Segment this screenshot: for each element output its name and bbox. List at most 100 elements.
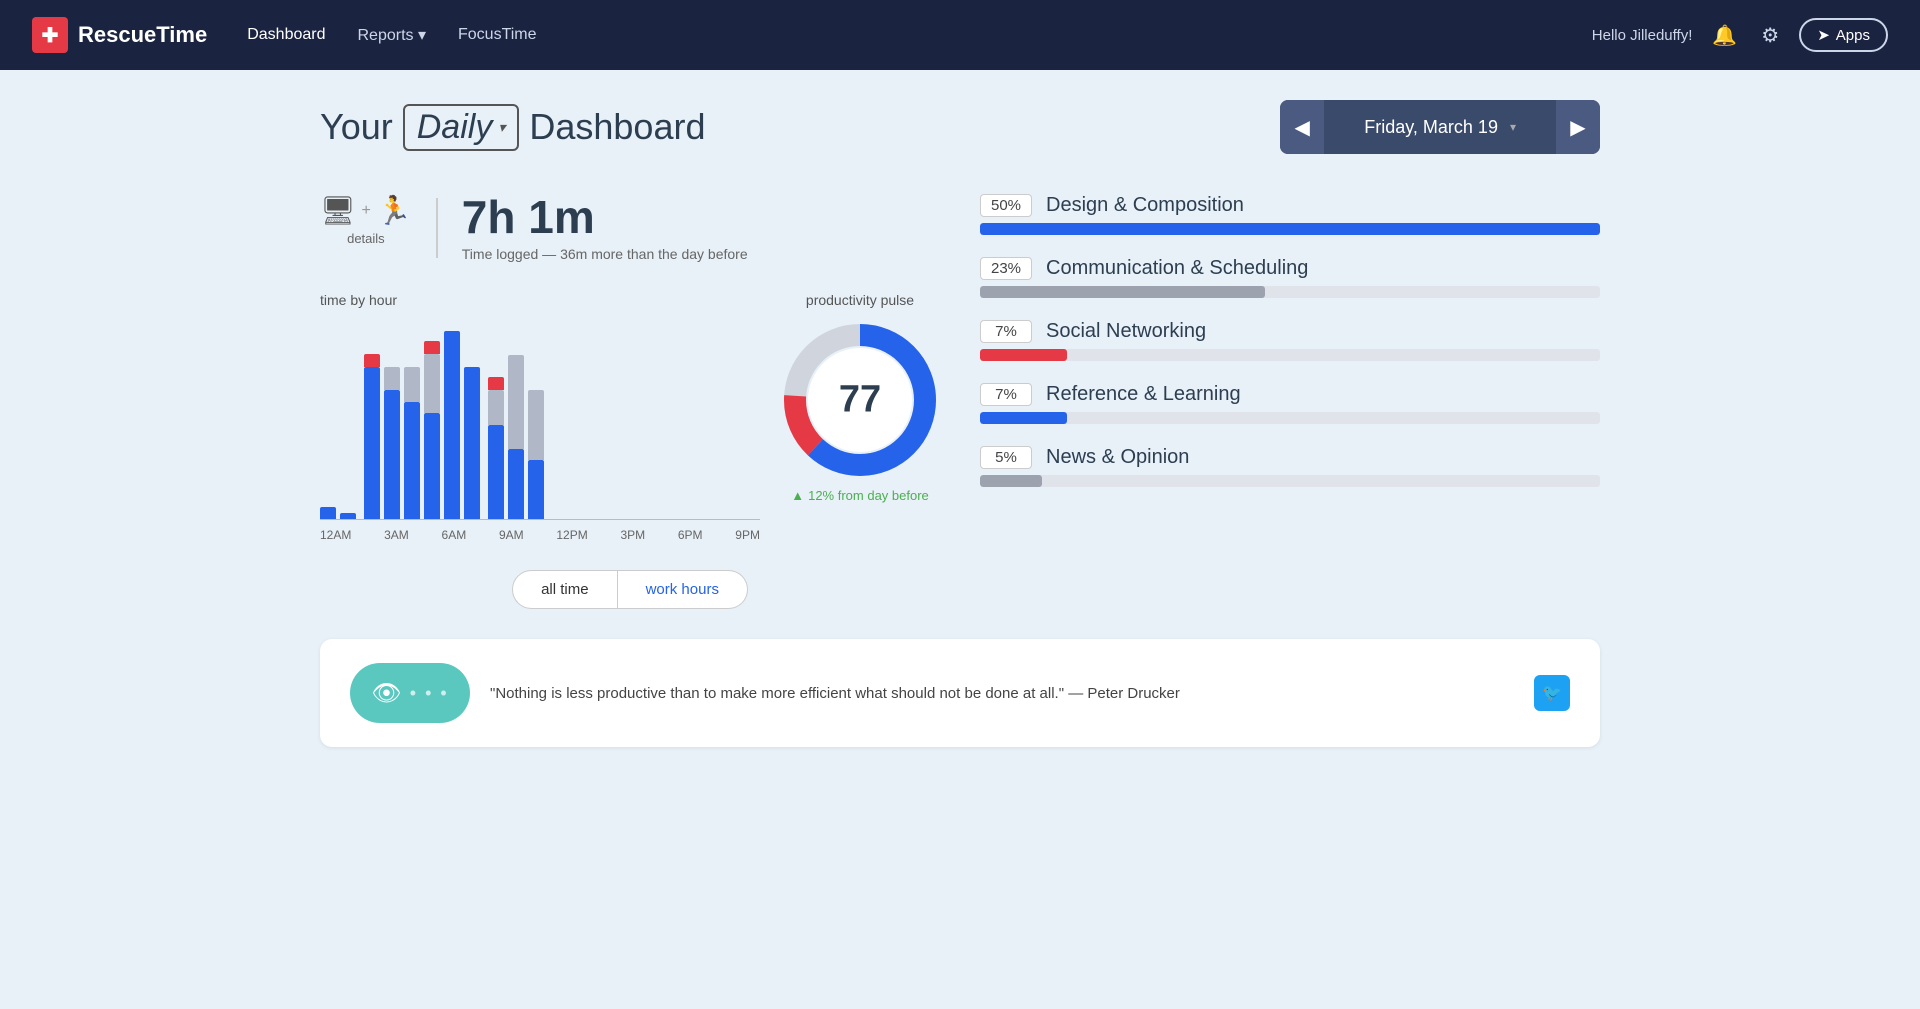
- period-caret-icon: ▾: [498, 119, 505, 136]
- nav-reports[interactable]: Reports ▾: [358, 17, 427, 53]
- bar-time-label: 6AM: [442, 528, 467, 542]
- time-info: 7h 1m Time logged — 36m more than the da…: [462, 194, 748, 262]
- category-percent: 7%: [980, 320, 1032, 343]
- category-item: 7%Social Networking: [980, 320, 1600, 361]
- bar-chart-title: time by hour: [320, 292, 760, 308]
- bar-group: [340, 513, 356, 519]
- category-name: Reference & Learning: [1046, 383, 1241, 406]
- bar-group: [528, 390, 544, 519]
- nav-dashboard[interactable]: Dashboard: [247, 18, 325, 52]
- dashboard-header: Your Daily ▾ Dashboard ◀ Friday, March 1…: [320, 100, 1600, 154]
- category-header: 5% News & Opinion: [980, 446, 1600, 469]
- bar-group: [464, 367, 480, 519]
- time-subtext: Time logged — 36m more than the day befo…: [462, 246, 748, 262]
- navbar: ✚ RescueTime Dashboard Reports ▾ FocusTi…: [0, 0, 1920, 70]
- category-bar-track: [980, 412, 1600, 424]
- category-header: 50% Design & Composition: [980, 194, 1600, 217]
- eye-icon: 👁: [371, 679, 401, 708]
- main-content: Your Daily ▾ Dashboard ◀ Friday, March 1…: [260, 70, 1660, 777]
- category-name: News & Opinion: [1046, 446, 1189, 469]
- category-name: Communication & Scheduling: [1046, 257, 1308, 280]
- category-item: 50% Design & Composition: [980, 194, 1600, 235]
- category-bar-fill: [980, 349, 1067, 361]
- bar-time-label: 9PM: [735, 528, 760, 542]
- category-header: 23% Communication & Scheduling: [980, 257, 1600, 280]
- category-item: 23% Communication & Scheduling: [980, 257, 1600, 298]
- quote-eye-button[interactable]: 👁 • • •: [350, 663, 470, 723]
- notification-bell-icon[interactable]: 🔔: [1708, 19, 1741, 52]
- runner-icon: 🏃: [377, 194, 412, 227]
- work-hours-button[interactable]: work hours: [618, 570, 748, 609]
- brand-logo[interactable]: ✚ RescueTime: [32, 17, 207, 53]
- bar-time-label: 3AM: [384, 528, 409, 542]
- nav-focustime[interactable]: FocusTime: [458, 18, 537, 52]
- time-labels: 12AM3AM6AM9AM12PM3PM6PM9PM: [320, 528, 760, 542]
- title-suffix: Dashboard: [529, 106, 705, 148]
- bar-time-label: 6PM: [678, 528, 703, 542]
- title-prefix: Your: [320, 106, 393, 148]
- prev-date-button[interactable]: ◀: [1280, 100, 1324, 154]
- time-section: 🖥 + 🏃 details 7h 1m Time logged — 36m mo…: [320, 194, 940, 262]
- category-name: Design & Composition: [1046, 194, 1244, 217]
- bar-time-label: 9AM: [499, 528, 524, 542]
- category-percent: 23%: [980, 257, 1032, 280]
- bar-group: [384, 367, 400, 519]
- bar-time-label: 12AM: [320, 528, 351, 542]
- category-bar-fill: [980, 223, 1600, 235]
- settings-wrench-icon[interactable]: ⚙: [1757, 19, 1783, 52]
- left-column: 🖥 + 🏃 details 7h 1m Time logged — 36m mo…: [320, 194, 940, 609]
- bar-chart: [320, 320, 760, 520]
- greeting-text: Hello Jilleduffy!: [1592, 27, 1693, 44]
- category-header: 7%Social Networking: [980, 320, 1600, 343]
- category-percent: 5%: [980, 446, 1032, 469]
- category-header: 7%Reference & Learning: [980, 383, 1600, 406]
- brand-name: RescueTime: [78, 22, 207, 48]
- quote-section: 👁 • • • "Nothing is less productive than…: [320, 639, 1600, 747]
- date-caret-icon: ▾: [1510, 120, 1516, 134]
- delta-text: 12% from day before: [808, 488, 929, 503]
- total-time: 7h 1m: [462, 194, 748, 240]
- category-bar-track: [980, 349, 1600, 361]
- twitter-icon: 🐦: [1542, 683, 1562, 703]
- device-icons-row: 🖥 + 🏃: [320, 194, 412, 227]
- dots-icon: • • •: [410, 683, 449, 704]
- dashboard-body: 🖥 + 🏃 details 7h 1m Time logged — 36m mo…: [320, 194, 1600, 609]
- category-item: 5% News & Opinion: [980, 446, 1600, 487]
- current-date: Friday, March 19 ▾: [1324, 117, 1556, 138]
- donut-chart: 77: [780, 320, 940, 480]
- apps-label: Apps: [1836, 27, 1870, 44]
- all-time-button[interactable]: all time: [512, 570, 618, 609]
- dashboard-title: Your Daily ▾ Dashboard: [320, 104, 705, 151]
- plus-icon: +: [362, 202, 371, 220]
- category-percent: 50%: [980, 194, 1032, 217]
- apps-button[interactable]: ➤ Apps: [1799, 18, 1888, 52]
- right-column: 50% Design & Composition 23% Communication …: [980, 194, 1600, 609]
- bar-group: [444, 331, 460, 519]
- delta-arrow-icon: ▲: [791, 488, 804, 503]
- productivity-section: productivity pulse 77 ▲ 12% from day bef…: [780, 292, 940, 503]
- productivity-delta: ▲ 12% from day before: [780, 488, 940, 503]
- next-date-button[interactable]: ▶: [1556, 100, 1600, 154]
- bar-group: [404, 367, 420, 519]
- apps-arrow-icon: ➤: [1817, 26, 1830, 44]
- category-bar-track: [980, 223, 1600, 235]
- period-selector[interactable]: Daily ▾: [403, 104, 520, 151]
- hours-value: 7h: [462, 191, 516, 243]
- category-bar-fill: [980, 475, 1042, 487]
- brand-icon: ✚: [32, 17, 68, 53]
- bar-group: [364, 350, 380, 519]
- twitter-share-button[interactable]: 🐦: [1534, 675, 1570, 711]
- quote-text: "Nothing is less productive than to make…: [490, 685, 1514, 702]
- device-icons: 🖥 + 🏃 details: [320, 194, 412, 246]
- productivity-score: 77: [839, 379, 881, 422]
- date-text: Friday, March 19: [1364, 117, 1498, 138]
- bar-group: [488, 373, 504, 519]
- bar-group: [508, 355, 524, 519]
- details-link[interactable]: details: [347, 231, 385, 246]
- bar-group: [320, 507, 336, 519]
- bar-time-label: 12PM: [556, 528, 587, 542]
- nav-links: Dashboard Reports ▾ FocusTime: [247, 17, 1552, 53]
- nav-right: Hello Jilleduffy! 🔔 ⚙ ➤ Apps: [1592, 18, 1888, 52]
- time-divider: [436, 198, 438, 258]
- bar-group: [424, 337, 440, 519]
